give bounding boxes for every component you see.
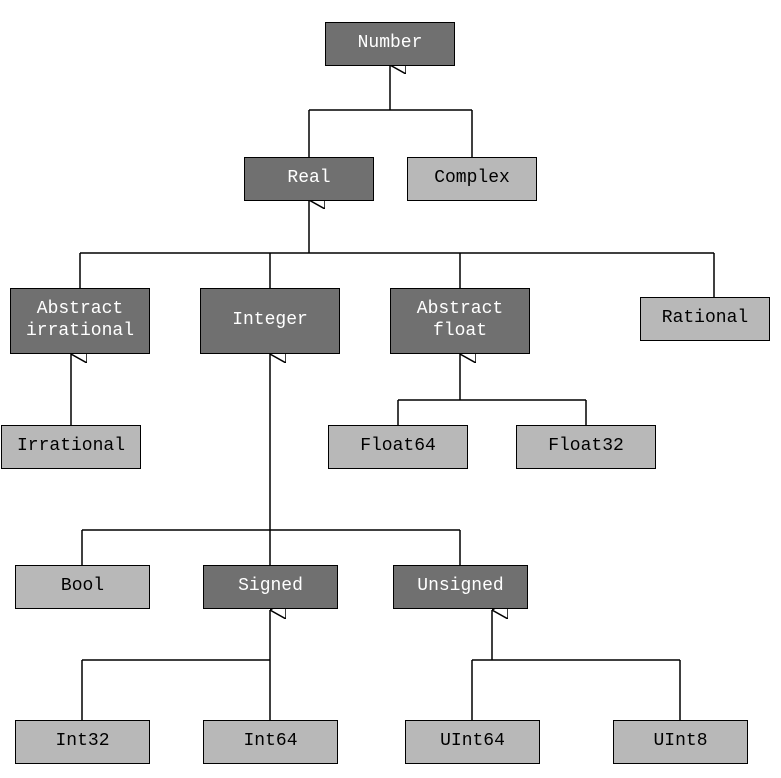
node-int64: Int64 [203,720,338,764]
node-uint8: UInt8 [613,720,748,764]
type-hierarchy-diagram: Number Real Complex Abstract irrational … [0,0,781,778]
node-abstract-float: Abstract float [390,288,530,354]
node-abstract-irrational: Abstract irrational [10,288,150,354]
node-number: Number [325,22,455,66]
node-bool: Bool [15,565,150,609]
node-float32: Float32 [516,425,656,469]
node-signed: Signed [203,565,338,609]
node-float64: Float64 [328,425,468,469]
node-irrational: Irrational [1,425,141,469]
node-uint64: UInt64 [405,720,540,764]
node-rational: Rational [640,297,770,341]
node-unsigned: Unsigned [393,565,528,609]
node-real: Real [244,157,374,201]
node-complex: Complex [407,157,537,201]
node-integer: Integer [200,288,340,354]
edge-layer [0,0,781,778]
node-int32: Int32 [15,720,150,764]
